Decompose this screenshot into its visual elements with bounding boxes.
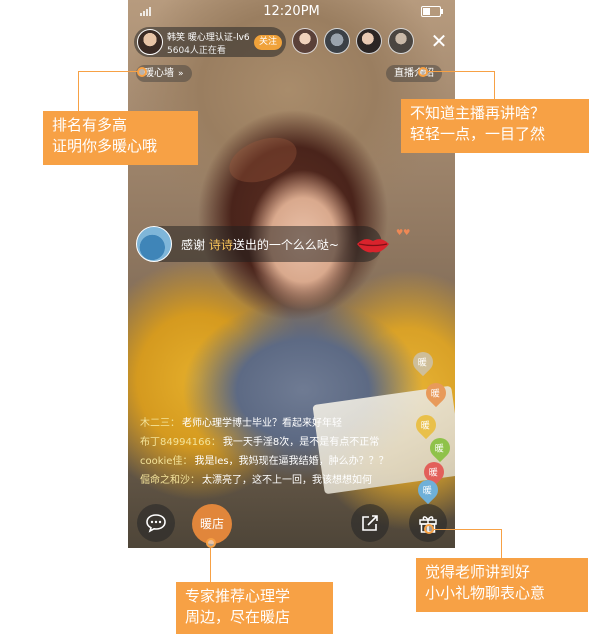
gift-message: 感谢 诗诗送出的一个么么哒~ [181, 236, 339, 253]
warm-wall-label: 暖心墙 [144, 68, 174, 79]
annotation-rank: 排名有多高 证明你多暖心哦 [43, 111, 198, 165]
chat-message: 倔命之和沙： 太漂亮了，这不上一回，我该想想如何 [140, 471, 430, 490]
chat-user: cookie佳： [140, 456, 193, 467]
callout-marker [137, 67, 147, 77]
viewer-avatar[interactable] [292, 28, 318, 54]
annotation-intro: 不知道主播再讲啥？ 轻轻一点，一目了然 [401, 99, 589, 153]
annotation-line: 周边，尽在暖店 [185, 608, 291, 626]
gift-prefix: 感谢 [181, 238, 209, 252]
chat-text: 我是les，我妈现在逼我结婚，肿么办？？？ [194, 456, 389, 467]
annotation-gift: 觉得老师讲到好 小小礼物聊表心意 [416, 558, 588, 612]
callout-line [428, 71, 494, 72]
gift-suffix: 送出的一个么么哒~ [232, 238, 339, 252]
chat-user: 倔命之和沙： [140, 475, 200, 486]
annotation-line: 不知道主播再讲啥？ [410, 104, 546, 122]
annotation-shop: 专家推荐心理学 周边，尽在暖店 [176, 582, 333, 634]
viewer-avatar[interactable] [324, 28, 350, 54]
annotation-line: 觉得老师讲到好 [425, 563, 531, 581]
chat-user: 木二三： [140, 418, 180, 429]
callout-marker [206, 538, 216, 548]
annotation-line: 小小礼物聊表心意 [425, 584, 546, 602]
chevron-right-icon: » [178, 69, 184, 79]
viewer-avatar[interactable] [388, 28, 414, 54]
close-icon[interactable]: ✕ [428, 30, 450, 52]
chat-button[interactable] [137, 504, 175, 542]
status-bar: 12:20PM [128, 0, 455, 22]
background-photo [223, 129, 303, 191]
floating-hearts: ♥♥ [396, 228, 411, 237]
chat-bubble-icon [146, 514, 166, 533]
gifter-avatar [136, 226, 172, 262]
chat-text: 老师心理学博士毕业？看起来好年轻 [182, 418, 342, 429]
callout-line [78, 71, 79, 111]
chat-message: 木二三： 老师心理学博士毕业？看起来好年轻 [140, 414, 430, 433]
live-stream-screen: 12:20PM 韩笑 暖心理认证-lv6 5604人正在看 关注 ✕ 暖心墙» … [128, 0, 455, 548]
gift-banner: 感谢 诗诗送出的一个么么哒~ [136, 226, 382, 262]
callout-marker [424, 524, 434, 534]
chat-list: 木二三： 老师心理学博士毕业？看起来好年轻 布丁84994166： 我一天手淫8次，… [140, 414, 430, 490]
callout-line [494, 71, 495, 99]
host-avatar[interactable] [137, 29, 163, 55]
callout-line [210, 548, 211, 582]
chat-text: 太漂亮了，这不上一回，我该想想如何 [202, 475, 372, 486]
callout-line [78, 71, 138, 72]
annotation-line: 轻轻一点，一目了然 [410, 125, 546, 143]
host-name: 韩笑 暖心理认证-lv6 [167, 33, 250, 43]
callout-line [434, 529, 501, 530]
live-intro-button[interactable]: 直播介绍 [386, 65, 442, 82]
callout-line [501, 529, 502, 558]
gift-button[interactable] [409, 504, 447, 542]
status-time: 12:20PM [263, 4, 320, 19]
chat-user: 布丁84994166： [140, 437, 221, 448]
chat-message: cookie佳： 我是les，我妈现在逼我结婚，肿么办？？？ [140, 452, 430, 471]
chat-text: 我一天手淫8次，是不是有点不正常 [222, 437, 380, 448]
chat-message: 布丁84994166： 我一天手淫8次，是不是有点不正常 [140, 433, 430, 452]
host-info[interactable]: 韩笑 暖心理认证-lv6 5604人正在看 关注 [134, 27, 286, 57]
heart-icon: 暖 [408, 347, 438, 377]
follow-button[interactable]: 关注 [254, 35, 282, 50]
viewer-count: 5604人正在看 [167, 46, 226, 56]
annotation-line: 证明你多暖心哦 [52, 137, 158, 155]
annotation-line: 专家推荐心理学 [185, 587, 291, 605]
gift-user: 诗诗 [208, 238, 233, 252]
lips-icon [357, 239, 389, 253]
share-button[interactable] [351, 504, 389, 542]
callout-marker [418, 67, 428, 77]
share-icon [362, 515, 378, 531]
battery-icon [421, 6, 443, 17]
annotation-line: 排名有多高 [52, 116, 128, 134]
viewer-avatar[interactable] [356, 28, 382, 54]
live-intro-label: 直播介绍 [394, 68, 434, 79]
